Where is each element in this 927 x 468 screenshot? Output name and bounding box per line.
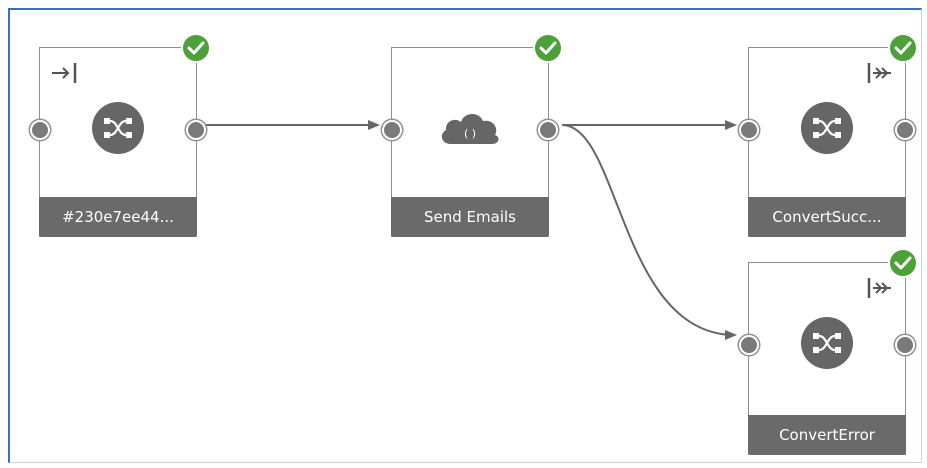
node-label: ConvertError <box>748 415 906 455</box>
node-label: ConvertSucc... <box>748 197 906 237</box>
node-label: #230e7ee44... <box>39 197 197 237</box>
flow-canvas[interactable]: #230e7ee44... ( ) Send Emails ConvertSuc… <box>0 0 927 468</box>
input-port[interactable] <box>382 120 402 140</box>
input-port[interactable] <box>739 120 759 140</box>
flow-node-n3[interactable]: ConvertSucc... <box>739 33 918 237</box>
flow-node-n4[interactable]: ConvertError <box>739 248 918 455</box>
start-arrow-icon <box>52 63 77 83</box>
output-port[interactable] <box>895 335 915 355</box>
node-label: Send Emails <box>391 197 549 237</box>
check-icon <box>533 33 563 63</box>
check-icon <box>888 33 918 63</box>
output-port[interactable] <box>186 120 206 140</box>
shuffle-icon <box>92 102 144 154</box>
shuffle-icon <box>801 317 853 369</box>
input-port[interactable] <box>739 335 759 355</box>
check-icon <box>181 33 211 63</box>
shuffle-icon <box>801 102 853 154</box>
input-port[interactable] <box>30 120 50 140</box>
check-icon <box>888 248 918 278</box>
flow-node-n2[interactable]: ( ) Send Emails <box>382 33 563 237</box>
cloud-code-icon: ( ) <box>441 113 499 144</box>
output-port[interactable] <box>895 120 915 140</box>
flow-node-n1[interactable]: #230e7ee44... <box>30 33 211 237</box>
output-port[interactable] <box>538 120 558 140</box>
svg-text:( ): ( ) <box>464 127 476 140</box>
